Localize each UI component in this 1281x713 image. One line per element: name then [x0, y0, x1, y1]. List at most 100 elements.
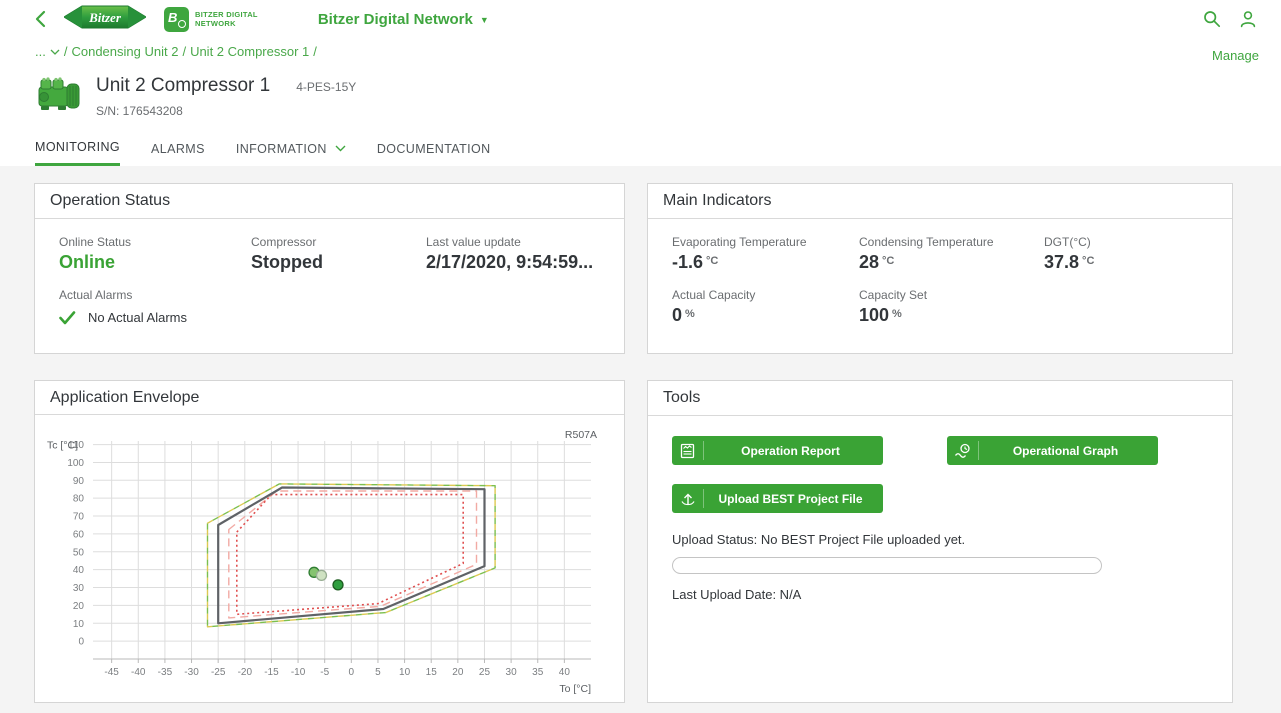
application-envelope-title: Application Envelope [35, 381, 624, 415]
operational-graph-button[interactable]: Operational Graph [947, 436, 1158, 465]
bitzer-digital-network-logo[interactable]: B BITZER DIGITAL NETWORK [164, 7, 258, 32]
compressor-state-label: Compressor [251, 235, 426, 249]
compressor-state-value: Stopped [251, 252, 426, 273]
svg-text:-40: -40 [131, 667, 146, 678]
device-model: 4-PES-15Y [296, 80, 356, 94]
svg-text:50: 50 [73, 547, 85, 558]
breadcrumb-collapsed[interactable]: ... [35, 44, 46, 59]
svg-text:100: 100 [67, 458, 84, 469]
capacity-set-value: 100% [859, 305, 1044, 326]
tab-alarms[interactable]: ALARMS [151, 140, 205, 166]
operation-status-title: Operation Status [35, 184, 624, 219]
actual-capacity-label: Actual Capacity [672, 288, 859, 302]
svg-text:0: 0 [78, 637, 84, 648]
svg-text:25: 25 [479, 667, 491, 678]
svg-text:35: 35 [532, 667, 544, 678]
chevron-down-icon[interactable] [50, 49, 60, 55]
actual-alarms-value: No Actual Alarms [88, 310, 187, 325]
svg-text:-10: -10 [291, 667, 306, 678]
manage-link[interactable]: Manage [1212, 48, 1259, 63]
application-envelope-chart: 0102030405060708090100110-45-40-35-30-25… [41, 427, 603, 697]
condensing-temp-label: Condensing Temperature [859, 235, 1044, 249]
compressor-icon [36, 73, 82, 120]
svg-text:40: 40 [559, 667, 571, 678]
report-icon [672, 441, 704, 460]
breadcrumb-item-condensing-unit-2[interactable]: Condensing Unit 2 [71, 44, 178, 59]
tab-bar: MONITORING ALARMS INFORMATION DOCUMENTAT… [0, 120, 1281, 166]
svg-text:-15: -15 [264, 667, 279, 678]
svg-text:-45: -45 [104, 667, 119, 678]
svg-text:30: 30 [506, 667, 518, 678]
operational-graph-label: Operational Graph [979, 444, 1158, 458]
chevron-left-icon [35, 10, 46, 28]
operation-report-button[interactable]: Operation Report [672, 436, 883, 465]
online-status-value: Online [59, 252, 251, 273]
svg-text:-25: -25 [211, 667, 226, 678]
evaporating-temp-label: Evaporating Temperature [672, 235, 859, 249]
last-update-value: 2/17/2020, 9:54:59... [426, 252, 624, 273]
svg-text:-30: -30 [184, 667, 199, 678]
operation-report-label: Operation Report [704, 444, 883, 458]
user-menu-button[interactable] [1237, 8, 1259, 30]
breadcrumb-item-unit-2-compressor-1[interactable]: Unit 2 Compressor 1 [190, 44, 309, 59]
tools-title: Tools [648, 381, 1232, 416]
actual-alarms-label: Actual Alarms [59, 288, 251, 302]
dgt-label: DGT(°C) [1044, 235, 1232, 249]
upload-icon [672, 489, 704, 508]
bdn-badge-icon: B [164, 7, 189, 32]
svg-text:-35: -35 [158, 667, 173, 678]
evaporating-temp-value: -1.6°C [672, 252, 859, 273]
bdn-logo-text: BITZER DIGITAL NETWORK [195, 10, 258, 29]
monitoring-content: Operation Status Online Status Online Co… [0, 166, 1281, 713]
svg-text:15: 15 [426, 667, 438, 678]
actual-capacity-value: 0% [672, 305, 859, 326]
svg-text:-5: -5 [320, 667, 329, 678]
breadcrumb-separator: / [313, 44, 317, 59]
capacity-set-label: Capacity Set [859, 288, 1044, 302]
application-envelope-card: Application Envelope 0102030405060708090… [34, 380, 625, 703]
svg-text:70: 70 [73, 512, 85, 523]
breadcrumb-separator: / [182, 44, 186, 59]
breadcrumb-row: ... / Condensing Unit 2 / Unit 2 Compres… [0, 38, 1281, 63]
caret-down-icon: ▼ [480, 15, 489, 25]
upload-best-project-button[interactable]: Upload BEST Project File [672, 484, 883, 513]
svg-text:R507A: R507A [565, 429, 597, 441]
tab-monitoring[interactable]: MONITORING [35, 140, 120, 166]
dgt-value: 37.8°C [1044, 252, 1232, 273]
svg-text:30: 30 [73, 583, 85, 594]
svg-text:20: 20 [73, 601, 85, 612]
svg-text:10: 10 [73, 619, 85, 630]
network-selector-label: Bitzer Digital Network [318, 11, 473, 28]
svg-text:5: 5 [375, 667, 381, 678]
svg-text:90: 90 [73, 476, 85, 487]
svg-text:40: 40 [73, 565, 85, 576]
svg-text:10: 10 [399, 667, 411, 678]
network-selector[interactable]: Bitzer Digital Network ▼ [318, 11, 489, 28]
search-icon [1203, 10, 1221, 28]
tab-documentation[interactable]: DOCUMENTATION [377, 140, 491, 166]
upload-best-project-label: Upload BEST Project File [704, 492, 883, 506]
online-status-label: Online Status [59, 235, 251, 249]
svg-text:0: 0 [349, 667, 355, 678]
tab-information[interactable]: INFORMATION [236, 140, 346, 166]
back-button[interactable] [30, 9, 50, 29]
last-update-label: Last value update [426, 235, 624, 249]
svg-text:-20: -20 [238, 667, 253, 678]
graph-icon [947, 441, 979, 460]
bitzer-logo[interactable]: Bitzer [64, 3, 146, 36]
main-indicators-title: Main Indicators [648, 184, 1232, 219]
user-icon [1239, 10, 1257, 28]
top-bar: Bitzer B BITZER DIGITAL NETWORK Bitzer D… [0, 0, 1281, 38]
device-header: Unit 2 Compressor 1 4-PES-15Y S/N: 17654… [0, 63, 1281, 120]
upload-status-text: Upload Status: No BEST Project File uplo… [672, 532, 1208, 547]
main-indicators-card: Main Indicators Evaporating Temperature … [647, 183, 1233, 354]
svg-text:80: 80 [73, 494, 85, 505]
breadcrumb: ... / Condensing Unit 2 / Unit 2 Compres… [35, 44, 317, 59]
page-title: Unit 2 Compressor 1 [96, 75, 270, 97]
device-serial: S/N: 176543208 [96, 104, 356, 118]
tab-information-label: INFORMATION [236, 142, 327, 156]
search-button[interactable] [1201, 8, 1223, 30]
breadcrumb-separator: / [64, 44, 68, 59]
condensing-temp-value: 28°C [859, 252, 1044, 273]
tools-card: Tools Operation Report [647, 380, 1233, 703]
